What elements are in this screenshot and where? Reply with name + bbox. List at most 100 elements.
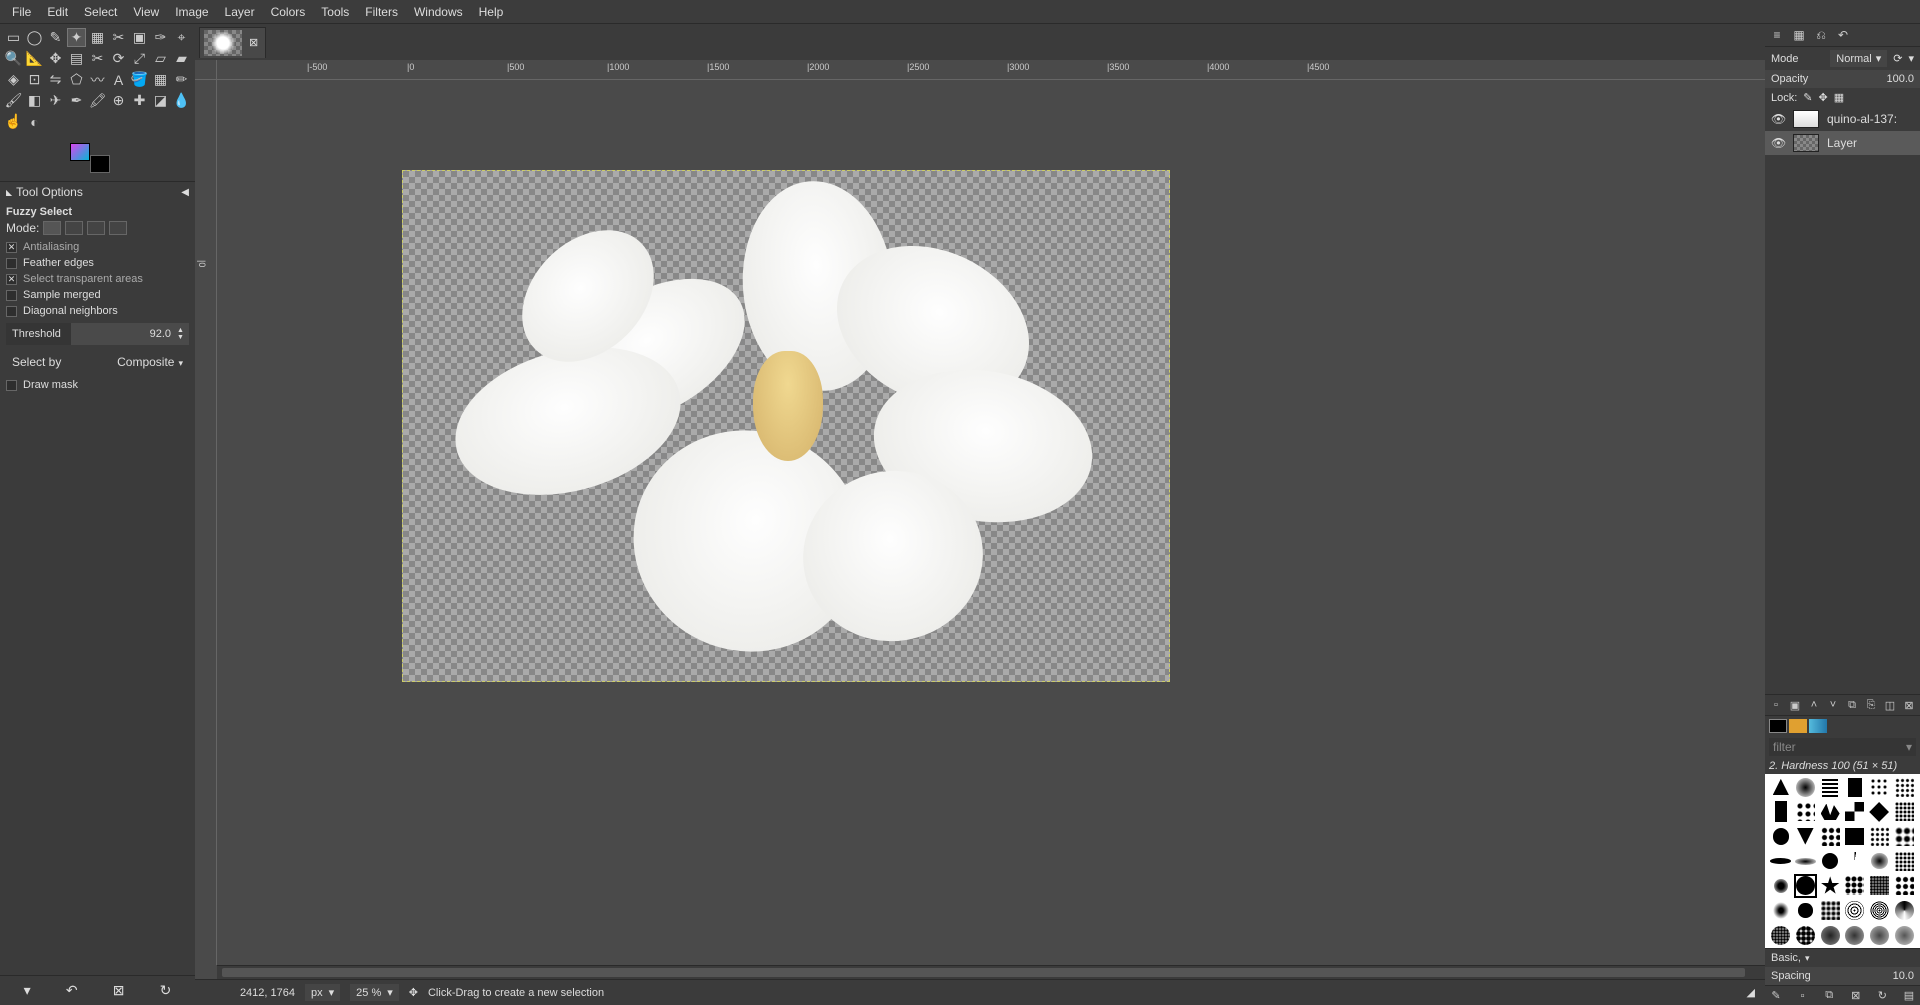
tool-smudge[interactable]: ☝ — [4, 112, 23, 131]
canvas-viewport[interactable] — [217, 80, 1765, 965]
transparent-checkbox[interactable]: ✕ — [6, 274, 17, 285]
menu-view[interactable]: View — [125, 2, 167, 22]
refresh-brush-icon[interactable]: ↻ — [1875, 989, 1889, 1002]
tool-shear[interactable]: ▱ — [151, 49, 170, 68]
brush-item[interactable] — [1868, 899, 1892, 923]
brush-item[interactable] — [1892, 923, 1916, 947]
delete-layer-icon[interactable]: ⊠ — [1902, 698, 1916, 712]
mode-intersect[interactable] — [109, 221, 127, 235]
mode-switch-icon[interactable]: ⟳ — [1893, 52, 1902, 65]
layers-tab-icon[interactable]: ≡ — [1769, 28, 1785, 42]
threshold-slider[interactable]: Threshold 92.0 ▲▼ — [6, 323, 189, 345]
brush-item[interactable] — [1818, 899, 1842, 923]
menu-image[interactable]: Image — [167, 2, 216, 22]
new-layer-icon[interactable]: ▫ — [1769, 698, 1783, 712]
tool-scissors[interactable]: ✂ — [109, 28, 128, 47]
layer-visibility-icon[interactable]: 👁 — [1771, 136, 1785, 150]
tool-color-picker[interactable]: ⌖ — [172, 28, 191, 47]
menu-layer[interactable]: Layer — [217, 2, 263, 22]
menu-colors[interactable]: Colors — [263, 2, 314, 22]
brush-item[interactable] — [1794, 899, 1818, 923]
tool-options-detach-icon[interactable]: ◀ — [181, 187, 189, 198]
duplicate-brush-icon[interactable]: ⧉ — [1822, 989, 1836, 1002]
tool-gradient[interactable]: ▦ — [151, 70, 170, 89]
zoom-dropdown[interactable]: 25 %▾ — [350, 984, 399, 1001]
brush-item[interactable] — [1818, 775, 1842, 799]
layer-name[interactable]: quino-al-137: — [1827, 112, 1897, 126]
tool-eraser[interactable]: ◧ — [25, 91, 44, 110]
image-tab[interactable]: ⊠ — [199, 27, 266, 58]
tool-foreground[interactable]: ▣ — [130, 28, 149, 47]
tool-bucket[interactable]: 🪣 — [130, 70, 149, 89]
channels-tab-icon[interactable]: ▦ — [1791, 28, 1807, 42]
mode-extra-icon[interactable]: ▾ — [1908, 52, 1914, 65]
tool-flip[interactable]: ⇋ — [46, 70, 65, 89]
tool-rotate[interactable]: ⟳ — [109, 49, 128, 68]
paths-tab-icon[interactable]: ⎌ — [1813, 28, 1829, 42]
tool-pencil[interactable]: ✏ — [172, 70, 191, 89]
brush-item[interactable] — [1892, 775, 1916, 799]
menu-filters[interactable]: Filters — [357, 2, 406, 22]
tool-text[interactable]: A — [109, 70, 128, 89]
mask-layer-icon[interactable]: ◫ — [1883, 698, 1897, 712]
mode-replace[interactable] — [43, 221, 61, 235]
threshold-up[interactable]: ▲ — [177, 327, 189, 334]
foreground-color-swatch[interactable] — [70, 143, 90, 161]
undo-tab-icon[interactable]: ↶ — [1835, 28, 1851, 42]
brush-item[interactable] — [1794, 775, 1818, 799]
brush-item[interactable] — [1892, 899, 1916, 923]
merge-layer-icon[interactable]: ⎘ — [1864, 698, 1878, 712]
tool-move[interactable]: ✥ — [46, 49, 65, 68]
horizontal-ruler[interactable]: |-500 |0 |500 |1000 |1500 |2000 |2500 |3… — [217, 60, 1765, 80]
layer-down-icon[interactable]: ˅ — [1826, 698, 1840, 712]
brush-item[interactable] — [1843, 899, 1867, 923]
tool-align[interactable]: ▤ — [67, 49, 86, 68]
menu-help[interactable]: Help — [471, 2, 512, 22]
lock-pixels-icon[interactable]: ✎ — [1803, 91, 1812, 104]
open-as-image-icon[interactable]: ▤ — [1902, 989, 1916, 1002]
mode-add[interactable] — [65, 221, 83, 235]
navigation-icon[interactable]: ◢ — [1747, 986, 1755, 999]
gradients-tab-icon[interactable] — [1809, 719, 1827, 733]
tool-ellipse-select[interactable]: ◯ — [25, 28, 44, 47]
tool-unified[interactable]: ◈ — [4, 70, 23, 89]
reset-preset-icon[interactable]: ↻ — [160, 982, 172, 999]
brush-item[interactable] — [1818, 849, 1842, 873]
new-brush-icon[interactable]: ▫ — [1796, 989, 1810, 1002]
patterns-tab-icon[interactable] — [1789, 719, 1807, 733]
ruler-corner[interactable] — [195, 60, 217, 80]
tool-paintbrush[interactable]: 🖌 — [4, 91, 23, 110]
background-color-swatch[interactable] — [90, 155, 110, 173]
menu-select[interactable]: Select — [76, 2, 125, 22]
layer-up-icon[interactable]: ˄ — [1807, 698, 1821, 712]
brush-item[interactable] — [1868, 923, 1892, 947]
tool-handle[interactable]: ⊡ — [25, 70, 44, 89]
layer-mode-dropdown[interactable]: Normal▾ — [1830, 50, 1887, 67]
menu-tools[interactable]: Tools — [313, 2, 357, 22]
lock-position-icon[interactable]: ✥ — [1819, 91, 1828, 104]
tab-close-icon[interactable]: ⊠ — [246, 36, 261, 49]
brush-item[interactable] — [1769, 899, 1793, 923]
menu-file[interactable]: File — [4, 2, 39, 22]
brush-item[interactable] — [1868, 825, 1892, 849]
brush-item[interactable] — [1868, 874, 1892, 898]
horizontal-scrollbar[interactable] — [217, 965, 1765, 979]
duplicate-layer-icon[interactable]: ⧉ — [1845, 698, 1859, 712]
new-group-icon[interactable]: ▣ — [1788, 698, 1802, 712]
tool-mypaint[interactable]: 🖍 — [88, 91, 107, 110]
brush-item[interactable] — [1794, 923, 1818, 947]
tool-perspective[interactable]: ▰ — [172, 49, 191, 68]
tool-free-select[interactable]: ✎ — [46, 28, 65, 47]
menu-edit[interactable]: Edit — [39, 2, 76, 22]
layer-row-0[interactable]: 👁 quino-al-137: — [1765, 107, 1920, 131]
threshold-down[interactable]: ▼ — [177, 334, 189, 341]
feather-checkbox[interactable] — [6, 258, 17, 269]
brush-item[interactable] — [1769, 775, 1793, 799]
layer-visibility-icon[interactable]: 👁 — [1771, 112, 1785, 126]
tool-crop[interactable]: ✂ — [88, 49, 107, 68]
layer-row-1[interactable]: 👁 Layer — [1765, 131, 1920, 155]
brush-item[interactable] — [1794, 849, 1818, 873]
brush-item[interactable] — [1868, 775, 1892, 799]
brush-item[interactable] — [1843, 825, 1867, 849]
select-by-dropdown[interactable]: Select by Composite — [6, 351, 189, 373]
